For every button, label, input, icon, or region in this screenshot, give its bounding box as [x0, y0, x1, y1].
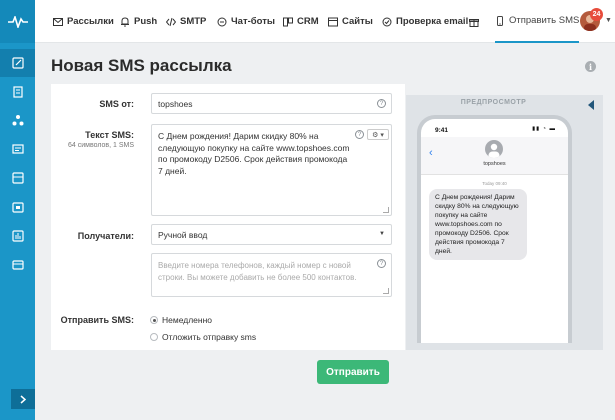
- nav-item-campaigns[interactable]: Рассылки: [53, 0, 114, 43]
- phone-icon: [497, 15, 503, 26]
- sidebar-item-templates[interactable]: [0, 78, 35, 106]
- chevron-down-icon: ▼: [379, 231, 385, 237]
- resize-handle-icon[interactable]: [383, 207, 389, 213]
- phone-numbers-textarea[interactable]: Введите номера телефонов, каждый номер с…: [151, 253, 392, 297]
- nav-item-sites[interactable]: Сайты: [328, 0, 373, 43]
- resize-handle-icon[interactable]: [383, 288, 389, 294]
- sidebar-item-forms[interactable]: [0, 135, 35, 163]
- nav-label: CRM: [297, 16, 319, 27]
- calendar-icon: [11, 202, 24, 213]
- nav-item-smtp[interactable]: SMTP: [166, 0, 206, 43]
- nav-label: Сайты: [342, 16, 373, 27]
- info-icon[interactable]: i: [585, 61, 596, 72]
- user-menu-caret-icon[interactable]: ▼: [605, 17, 612, 24]
- chart-icon: [11, 230, 24, 242]
- message-time: Today 09:40: [482, 181, 507, 186]
- site-icon: [328, 17, 338, 26]
- list-icon: [11, 172, 24, 184]
- nav-label: SMTP: [180, 16, 207, 27]
- schedule-label[interactable]: Отложить отправку sms: [162, 332, 256, 342]
- nav-item-email-check[interactable]: Проверка email: [382, 0, 468, 43]
- nav-item-gifts[interactable]: [469, 0, 483, 43]
- nav-label: Проверка email: [396, 16, 469, 27]
- sidebar-item-automation[interactable]: [0, 106, 35, 134]
- nav-label: Отправить SMS: [509, 15, 580, 26]
- preview-sender: topshoes: [483, 161, 506, 167]
- message-bubble: С Днем рождения! Дарим скидку 80% на сле…: [429, 189, 527, 260]
- network-icon: [12, 115, 23, 126]
- mail-icon: [53, 17, 63, 26]
- schedule-radio[interactable]: [150, 333, 158, 341]
- document-icon: [12, 86, 23, 98]
- help-icon[interactable]: ?: [377, 99, 386, 108]
- submit-button[interactable]: Отправить: [317, 360, 389, 384]
- page-title: Новая SMS рассылка: [51, 56, 232, 75]
- send-time-label: Отправить SMS:: [60, 315, 134, 325]
- sms-text-label: Текст SMS:: [85, 130, 134, 140]
- sidebar-item-stats[interactable]: [0, 222, 35, 250]
- sidebar-expand-button[interactable]: [11, 389, 35, 409]
- nav-item-push[interactable]: Push: [120, 0, 157, 43]
- settings-icon: ⚙ ▾: [372, 131, 384, 139]
- back-icon: ‹: [429, 147, 433, 159]
- sms-form-card: SMS от: topshoes ? Текст SMS: 64 символо…: [51, 84, 405, 350]
- send-now-label[interactable]: Немедленно: [162, 315, 212, 325]
- preview-title: ПРЕДПРОСМОТР: [460, 99, 527, 106]
- help-icon[interactable]: ?: [355, 130, 364, 139]
- notification-badge: 24: [590, 8, 603, 21]
- nav-label: Push: [134, 16, 158, 27]
- sms-text-value: С Днем рождения! Дарим скидку 80% на сле…: [158, 131, 350, 176]
- personalization-dropdown[interactable]: ⚙ ▾: [367, 129, 389, 140]
- recipients-value: Ручной ввод: [158, 230, 208, 240]
- sender-label: SMS от:: [99, 99, 134, 109]
- logo-icon[interactable]: [0, 0, 35, 43]
- chevron-right-icon: [20, 394, 26, 404]
- nav-item-send-sms[interactable]: Отправить SMS: [495, 0, 580, 43]
- message-header: ‹ topshoes: [421, 137, 568, 175]
- edit-icon: [11, 57, 24, 69]
- sidebar-item-campaigns[interactable]: [0, 49, 35, 77]
- status-signal-icon: ▮▮ ◔ ▬: [532, 126, 556, 132]
- nav-item-chatbots[interactable]: Чат-боты: [217, 0, 275, 43]
- form-icon: [11, 144, 24, 154]
- recipients-select[interactable]: Ручной ввод ▼: [151, 224, 392, 245]
- nav-label: Рассылки: [67, 16, 114, 27]
- contact-avatar-icon: [485, 140, 503, 158]
- code-icon: [166, 17, 176, 26]
- recipients-label: Получатели:: [77, 231, 134, 241]
- top-navigation: Рассылки Push SMTP Чат-боты CRM Сайты Пр…: [35, 0, 615, 43]
- crm-icon: [283, 17, 293, 26]
- phone-numbers-placeholder: Введите номера телефонов, каждый номер с…: [158, 261, 357, 282]
- chat-icon: [217, 17, 227, 26]
- status-time: 9:41: [435, 127, 449, 134]
- sms-text-counter: 64 символов, 1 SMS: [67, 142, 134, 149]
- nav-label: Чат-боты: [231, 16, 275, 27]
- nav-item-crm[interactable]: CRM: [283, 0, 319, 43]
- sidebar-item-calendar[interactable]: [0, 193, 35, 221]
- sms-text-textarea[interactable]: С Днем рождения! Дарим скидку 80% на сле…: [151, 124, 392, 216]
- gift-icon: [469, 18, 479, 27]
- sidebar: [0, 0, 35, 420]
- help-icon[interactable]: ?: [377, 259, 386, 268]
- sidebar-item-lists[interactable]: [0, 164, 35, 192]
- send-now-radio[interactable]: [150, 316, 158, 324]
- sender-value: topshoes: [158, 99, 193, 109]
- bell-icon: [121, 16, 129, 27]
- card-icon: [11, 260, 24, 270]
- sender-input[interactable]: topshoes ?: [151, 93, 392, 114]
- phone-mockup: 9:41 ▮▮ ◔ ▬ ‹ topshoes Today 09:40 С Дне…: [417, 115, 572, 343]
- check-circle-icon: [382, 17, 392, 26]
- sidebar-item-billing[interactable]: [0, 251, 35, 279]
- collapse-preview-icon[interactable]: [588, 100, 594, 110]
